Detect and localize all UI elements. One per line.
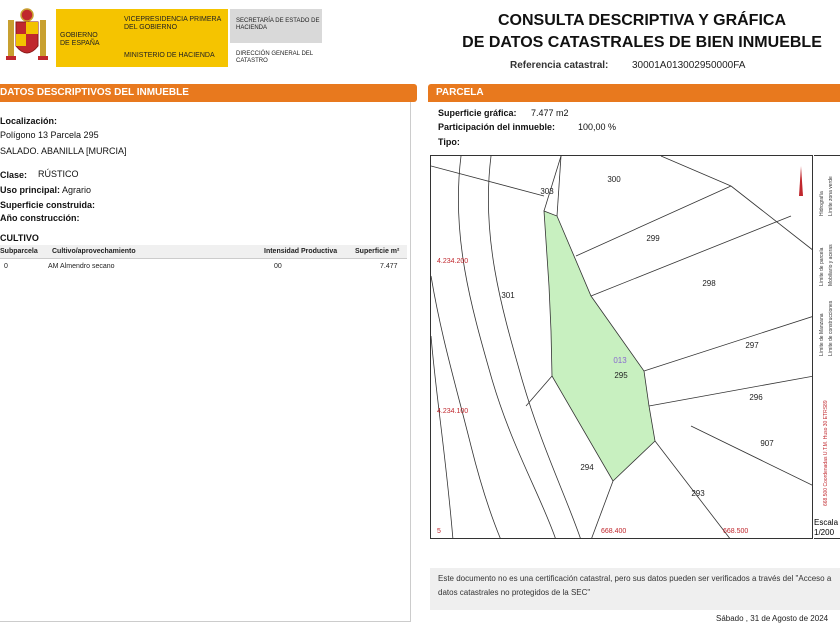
vicepresidencia-label: VICEPRESIDENCIA PRIMERA DEL GOBIERNO xyxy=(124,16,221,31)
participacion-label: Participación del inmueble: xyxy=(438,122,556,132)
parcel-boundary xyxy=(590,215,792,297)
direccion-label: DIRECCIÓN GENERAL DEL CATASTRO xyxy=(236,51,313,64)
parcel-label: 295 xyxy=(614,371,628,380)
cultivo-table-header: Subparcela Cultivo/aprovechamiento Inten… xyxy=(0,245,407,259)
anio-construccion-label: Año construcción: xyxy=(0,213,80,223)
parcel-boundary xyxy=(525,375,553,407)
parcel-label: 298 xyxy=(702,279,716,288)
datos-descriptivos-panel xyxy=(0,102,411,622)
disclaimer-note: Este documento no es una certificación c… xyxy=(430,568,840,610)
map-legend: Hidrografía Límite zona verde Límite de … xyxy=(814,155,840,539)
parcela-header: PARCELA xyxy=(428,84,840,102)
government-logo: GOBIERNO DE ESPAÑA VICEPRESIDENCIA PRIME… xyxy=(0,0,322,76)
parcel-label: 013 xyxy=(613,356,627,365)
clase-label: Clase: xyxy=(0,170,28,180)
uso-value: Agrario xyxy=(62,185,92,195)
title-line-2: DE DATOS CATASTRALES DE BIEN INMUEBLE xyxy=(462,34,822,51)
col-subparcela: Subparcela xyxy=(0,248,38,255)
parcel-295-highlight[interactable] xyxy=(543,210,656,482)
coord-corner: 5 xyxy=(437,528,441,535)
coord-x-2: 668.500 xyxy=(723,528,748,535)
col-superficie: Superficie m² xyxy=(355,248,400,255)
ministerio-label: MINISTERIO DE HACIENDA xyxy=(124,52,215,59)
parcel-boundary xyxy=(660,156,732,187)
cell-cultivo: AM Almendro secano xyxy=(48,263,115,270)
legend-item: Mobiliario y aceras xyxy=(828,244,834,286)
parcel-boundary xyxy=(431,165,545,197)
parcel-label: 297 xyxy=(745,341,759,350)
coat-of-arms-icon xyxy=(6,8,48,60)
ref-value: 30001A013002950000FA xyxy=(632,60,746,71)
parcel-boundary xyxy=(575,185,732,257)
col-cultivo: Cultivo/aprovechamiento xyxy=(52,248,136,255)
north-arrow-icon xyxy=(799,166,803,196)
coord-x-1: 668.400 xyxy=(601,528,626,535)
road-line xyxy=(457,156,556,538)
uso-label: Uso principal: xyxy=(0,185,61,195)
parcel-boundary xyxy=(648,375,812,407)
legend-coords: 668.500 Coordenadas U.T.M. Huso 30 ETRS8… xyxy=(823,400,829,506)
superficie-grafica-value: 7.477 m2 xyxy=(531,108,569,118)
coord-y-2: 4.234.100 xyxy=(437,408,468,415)
parcel-label: 294 xyxy=(580,463,594,472)
document-date: Sábado , 31 de Agosto de 2024 xyxy=(716,614,829,623)
parcel-boundary xyxy=(643,316,812,372)
map-drawing: 4.234.200 4.234.100 668.400 668.500 5 30… xyxy=(431,156,812,538)
title-line-1: CONSULTA DESCRIPTIVA Y GRÁFICA xyxy=(497,12,786,29)
cell-intensidad: 00 xyxy=(274,263,282,270)
parcel-label: 907 xyxy=(760,439,774,448)
secretaria-label: SECRETARÍA DE ESTADO DE HACIENDA xyxy=(236,18,320,31)
legend-item: Hidrografía xyxy=(819,191,825,216)
superficie-grafica-label: Superficie gráfica: xyxy=(438,108,517,118)
parcel-label: 300 xyxy=(607,175,621,184)
parcel-boundary xyxy=(556,156,562,217)
page-title: CONSULTA DESCRIPTIVA Y GRÁFICA DE DATOS … xyxy=(452,10,832,54)
cultivo-title: CULTIVO xyxy=(0,233,39,243)
parcel-label: 299 xyxy=(646,234,660,243)
cell-subparcela: 0 xyxy=(4,263,8,270)
parcel-label: 296 xyxy=(749,393,763,402)
legend-item: Límite zona verde xyxy=(828,176,834,216)
superficie-construida-label: Superficie construida: xyxy=(0,200,96,210)
localizacion-line-2: SALADO. ABANILLA [MURCIA] xyxy=(0,146,127,156)
parcel-label: 301 xyxy=(501,291,515,300)
parcel-boundary xyxy=(543,156,562,212)
localizacion-line-1: Polígono 13 Parcela 295 xyxy=(0,130,99,140)
parcel-map[interactable]: 4.234.200 4.234.100 668.400 668.500 5 30… xyxy=(430,155,813,539)
scale-label: Escala xyxy=(814,518,839,527)
datos-descriptivos-header: DATOS DESCRIPTIVOS DEL INMUEBLE xyxy=(0,84,417,102)
legend-drawing: Hidrografía Límite zona verde Límite de … xyxy=(819,176,834,506)
tipo-label: Tipo: xyxy=(438,137,460,147)
road-line xyxy=(431,335,454,538)
legend-item: Límite de construcciones xyxy=(828,300,834,356)
scale-value: 1/200 xyxy=(814,528,835,537)
parcel-label: 303 xyxy=(540,187,554,196)
cell-superficie: 7.477 xyxy=(380,263,398,270)
parcel-label: 293 xyxy=(691,489,705,498)
scale-block: Escala 1/200 xyxy=(814,518,838,538)
coord-y-1: 4.234.200 xyxy=(437,258,468,265)
participacion-value: 100,00 % xyxy=(578,122,617,132)
parcel-boundary xyxy=(690,425,812,486)
ref-label: Referencia catastral: xyxy=(510,60,609,71)
legend-item: Límite de parcela xyxy=(819,247,825,286)
gobierno-label: GOBIERNO DE ESPAÑA xyxy=(60,32,100,47)
localizacion-label: Localización: xyxy=(0,116,58,126)
clase-value: RÚSTICO xyxy=(38,169,79,179)
table-row: 0 AM Almendro secano 00 7.477 xyxy=(0,260,407,274)
col-intensidad: Intensidad Productiva xyxy=(264,248,338,255)
legend-item: Límite de Manzana xyxy=(819,313,825,356)
